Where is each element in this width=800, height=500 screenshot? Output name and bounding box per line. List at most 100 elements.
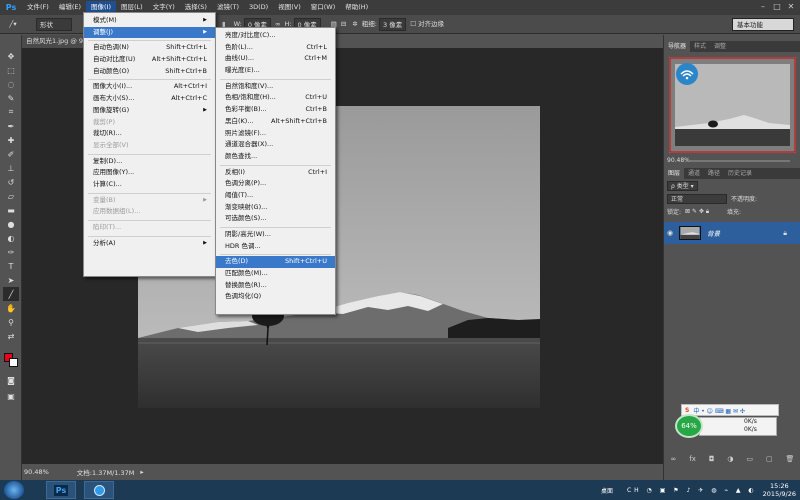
adjust-menu-item[interactable]: 颜色查找... bbox=[216, 151, 335, 163]
arrange-icon[interactable]: ⊟ bbox=[341, 18, 346, 31]
adjust-menu-item[interactable]: 替换颜色(R)... bbox=[216, 280, 335, 292]
status-arrow-icon[interactable]: ▸ bbox=[140, 468, 143, 476]
adjust-menu-item[interactable]: 照片滤镜(F)... bbox=[216, 128, 335, 140]
workspace-select[interactable]: 基本功能 bbox=[732, 18, 794, 31]
layer-filter-select[interactable]: ρ 类型 ▾ bbox=[667, 180, 698, 191]
visibility-eye-icon[interactable]: ◉ bbox=[664, 229, 676, 237]
image-menu-item[interactable]: 图像旋转(G) ▶ bbox=[84, 105, 215, 117]
image-menu-item[interactable]: 陷印(T)... bbox=[84, 222, 215, 234]
background-color-swatch[interactable] bbox=[9, 358, 18, 367]
image-menu-item[interactable]: 自动色调(N) Shift+Ctrl+L bbox=[84, 42, 215, 54]
start-button[interactable] bbox=[4, 481, 24, 499]
document-tab[interactable]: 自然风光1.jpg @ 9 bbox=[22, 35, 92, 48]
tab-adjustments[interactable]: 调整 bbox=[710, 41, 730, 52]
lock-icons[interactable]: ⊠ ✎ ✥ 🔒︎ bbox=[685, 208, 709, 216]
image-menu-item[interactable]: 自动颜色(O) Shift+Ctrl+B bbox=[84, 66, 215, 78]
image-menu-item[interactable]: 变量(B) ▶ bbox=[84, 195, 215, 207]
line-tool-icon[interactable]: ╱▾ bbox=[4, 18, 22, 31]
maximize-icon[interactable]: □ bbox=[770, 1, 784, 13]
history-brush-tool-icon[interactable]: ↺ bbox=[3, 175, 19, 189]
shape-mode-select[interactable]: 形状 bbox=[36, 17, 72, 31]
line-tool-icon-box[interactable]: ╱ bbox=[3, 287, 19, 301]
path-select-tool-icon[interactable]: ➤ bbox=[3, 273, 19, 287]
ime-toolbar[interactable]: S 中 • ☺ ⌨ ▦ ✉ ✣ bbox=[681, 404, 779, 416]
layer-name[interactable]: 背景 bbox=[707, 228, 720, 238]
adjust-menu-item[interactable]: HDR 色调... bbox=[216, 241, 335, 253]
image-menu-item[interactable]: 图像大小(I)... Alt+Ctrl+I bbox=[84, 81, 215, 93]
swap-colors-icon[interactable]: ⇄ bbox=[3, 329, 19, 343]
adjust-menu-item[interactable]: 可选颜色(S)... bbox=[216, 213, 335, 225]
status-zoom[interactable]: 90.48% bbox=[24, 468, 49, 476]
image-menu-item[interactable]: 应用图像(Y)... bbox=[84, 167, 215, 179]
adjust-menu-item[interactable]: 曝光度(E)... bbox=[216, 65, 335, 77]
image-menu-item[interactable]: 应用数据组(L)... bbox=[84, 206, 215, 218]
layer-row-background[interactable]: ◉ 背景 🔒︎ bbox=[664, 222, 800, 244]
adjust-menu-item[interactable]: 自然饱和度(V)... bbox=[216, 81, 335, 93]
adjust-menu-item[interactable]: 色阶(L)... Ctrl+L bbox=[216, 42, 335, 54]
menu-filter[interactable]: 滤镜(T) bbox=[212, 1, 244, 14]
adjust-menu-item[interactable]: 黑白(K)... Alt+Shift+Ctrl+B bbox=[216, 116, 335, 128]
tab-navigator[interactable]: 导航器 bbox=[664, 41, 691, 52]
menu-help[interactable]: 帮助(H) bbox=[340, 1, 373, 14]
image-menu-item[interactable]: 裁剪(P) bbox=[84, 117, 215, 129]
adjust-menu-item[interactable]: 去色(D) Shift+Ctrl+U bbox=[216, 256, 335, 269]
adjust-menu-item[interactable]: 阈值(T)... bbox=[216, 190, 335, 202]
clone-stamp-tool-icon[interactable]: ⊥ bbox=[3, 161, 19, 175]
image-menu-item[interactable]: 调整(J) ▶ bbox=[84, 26, 215, 39]
image-menu-item[interactable]: 模式(M) ▶ bbox=[84, 15, 215, 27]
move-tool-icon[interactable]: ✥ bbox=[3, 49, 19, 63]
zoom-tool-icon[interactable]: ⚲ bbox=[3, 315, 19, 329]
image-menu-item[interactable]: 自动对比度(U) Alt+Shift+Ctrl+L bbox=[84, 54, 215, 66]
dodge-tool-icon[interactable]: ◐ bbox=[3, 231, 19, 245]
taskbar-photoshop-icon[interactable]: Ps bbox=[46, 481, 76, 499]
status-doc-info[interactable]: 文档:1.37M/1.37M bbox=[77, 467, 135, 477]
tab-paths[interactable]: 路径 bbox=[704, 168, 724, 179]
new-layer-icon[interactable]: ▢ bbox=[766, 455, 773, 467]
crop-tool-icon[interactable]: ⌗ bbox=[3, 105, 19, 119]
clock[interactable]: 15:26 2015/9/26 bbox=[763, 482, 796, 498]
eyedropper-tool-icon[interactable]: ✒ bbox=[3, 119, 19, 133]
adjust-menu-item[interactable]: 色调均化(Q) bbox=[216, 291, 335, 303]
weight-field[interactable]: 3 像素 bbox=[379, 17, 407, 31]
taskbar-browser-icon[interactable] bbox=[84, 481, 114, 499]
tray-icons[interactable]: CH ◔ ▣ ⚑ ♪ ✈ ◍ ⌁ ▲ ◐ bbox=[627, 487, 757, 494]
healing-brush-tool-icon[interactable]: ✚ bbox=[3, 133, 19, 147]
tab-history[interactable]: 历史记录 bbox=[724, 168, 756, 179]
align-edges-checkbox[interactable]: ☐ bbox=[410, 18, 416, 31]
menu-file[interactable]: 文件(F) bbox=[22, 1, 54, 14]
image-menu-item[interactable]: 显示全部(V) bbox=[84, 140, 215, 152]
image-menu-item[interactable]: 分析(A) ▶ bbox=[84, 238, 215, 250]
delete-layer-icon[interactable]: 🗑︎ bbox=[786, 455, 795, 467]
screen-mode-icon[interactable]: ▣ bbox=[3, 389, 19, 403]
cpu-usage-badge[interactable]: 64% bbox=[675, 414, 703, 438]
menu-3d[interactable]: 3D(D) bbox=[244, 1, 273, 14]
canvas-area[interactable]: 模式(M) ▶ 调整(J) ▶ 自动色调(N) Shift+Ctrl+L 自动对比度(U) A… bbox=[22, 12, 663, 464]
adjust-menu-item[interactable]: 渐变映射(G)... bbox=[216, 202, 335, 214]
adjust-menu-item[interactable]: 匹配颜色(M)... bbox=[216, 268, 335, 280]
adjust-menu-item[interactable]: 色相/饱和度(H)... Ctrl+U bbox=[216, 92, 335, 104]
image-menu-item[interactable]: 计算(C)... bbox=[84, 179, 215, 191]
navigator-zoom[interactable]: 90.48% bbox=[667, 157, 690, 164]
image-menu-item[interactable]: 复制(D)... bbox=[84, 156, 215, 168]
sogou-s-icon[interactable]: S bbox=[685, 407, 689, 414]
lasso-tool-icon[interactable]: ◌ bbox=[3, 77, 19, 91]
tab-layers[interactable]: 图层 bbox=[664, 168, 685, 179]
adjust-menu-item[interactable]: 阴影/高光(W)... bbox=[216, 229, 335, 241]
menu-view[interactable]: 视图(V) bbox=[273, 1, 306, 14]
link-layers-icon[interactable]: ∞ bbox=[670, 455, 676, 467]
menu-window[interactable]: 窗口(W) bbox=[306, 1, 341, 14]
add-mask-icon[interactable]: ◘ bbox=[709, 455, 715, 467]
eraser-tool-icon[interactable]: ▱ bbox=[3, 189, 19, 203]
marquee-tool-icon[interactable]: ⬚ bbox=[3, 63, 19, 77]
adjustment-layer-icon[interactable]: ◑ bbox=[727, 455, 733, 467]
adjust-menu-item[interactable]: 反相(I) Ctrl+I bbox=[216, 167, 335, 179]
hand-tool-icon[interactable]: ✋ bbox=[3, 301, 19, 315]
tab-channels[interactable]: 通道 bbox=[684, 168, 704, 179]
blur-tool-icon[interactable]: ● bbox=[3, 217, 19, 231]
navigator-zoom-slider[interactable] bbox=[690, 160, 790, 162]
settings-gear-icon[interactable]: ✲ bbox=[352, 18, 357, 31]
new-group-icon[interactable]: ▭ bbox=[746, 455, 753, 467]
adjust-menu-item[interactable]: 色彩平衡(B)... Ctrl+B bbox=[216, 104, 335, 116]
pen-tool-icon[interactable]: ✑ bbox=[3, 245, 19, 259]
quick-mask-icon[interactable]: ◙ bbox=[3, 373, 19, 387]
